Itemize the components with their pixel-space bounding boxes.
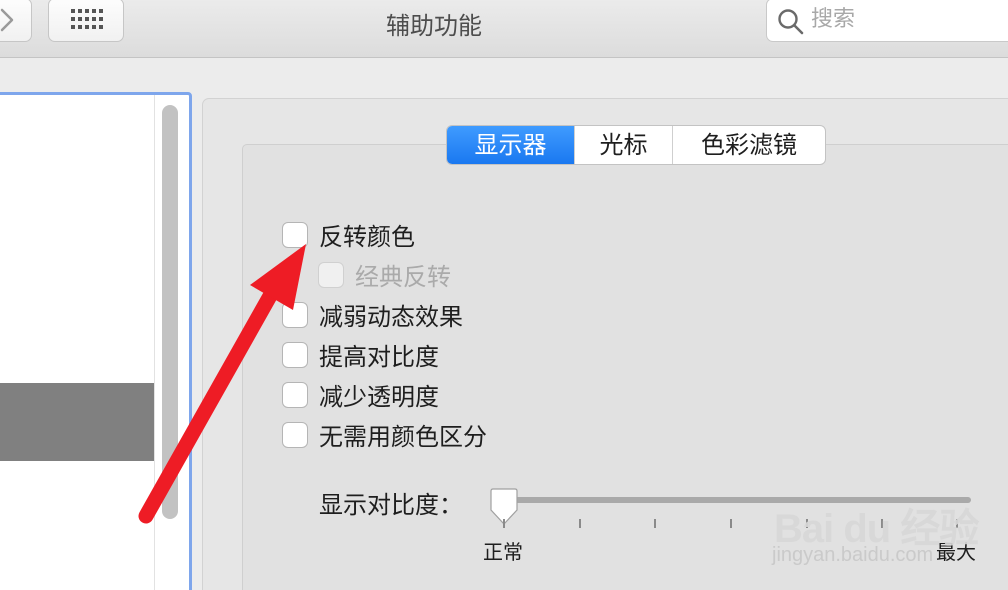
watermark: Bai du 经验 jingyan.baidu.com [772, 482, 1008, 572]
watermark-url: jingyan.baidu.com [772, 544, 934, 566]
